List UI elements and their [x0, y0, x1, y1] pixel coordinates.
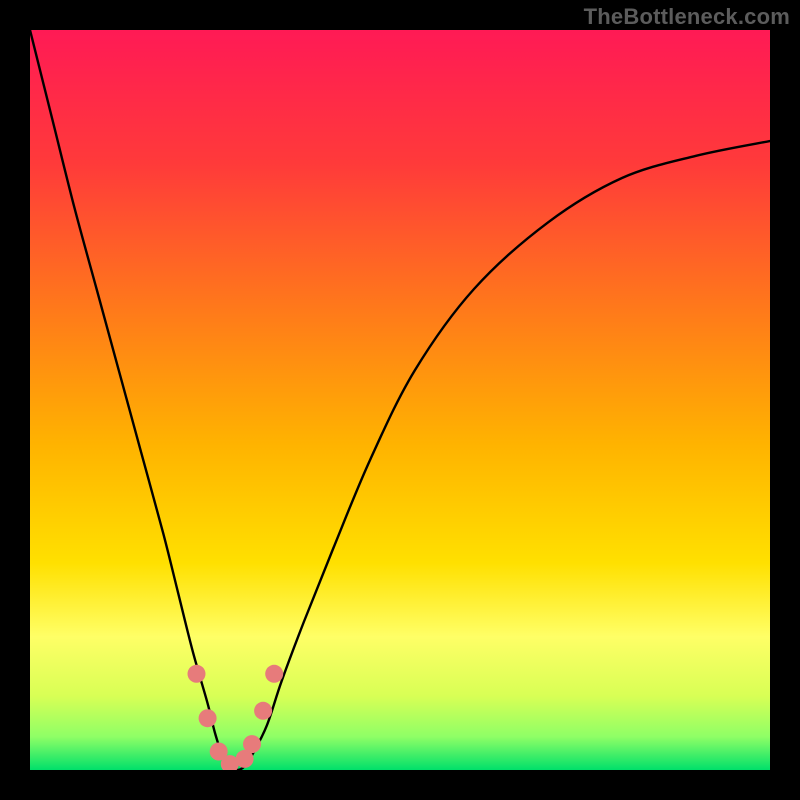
watermark-text: TheBottleneck.com: [584, 4, 790, 30]
bottleneck-chart: [30, 30, 770, 770]
highlight-point: [265, 665, 283, 683]
chart-frame: TheBottleneck.com: [0, 0, 800, 800]
highlight-point: [243, 735, 261, 753]
highlight-point: [188, 665, 206, 683]
highlight-point: [254, 702, 272, 720]
plot-area: [30, 30, 770, 770]
gradient-background: [30, 30, 770, 770]
highlight-point: [199, 709, 217, 727]
